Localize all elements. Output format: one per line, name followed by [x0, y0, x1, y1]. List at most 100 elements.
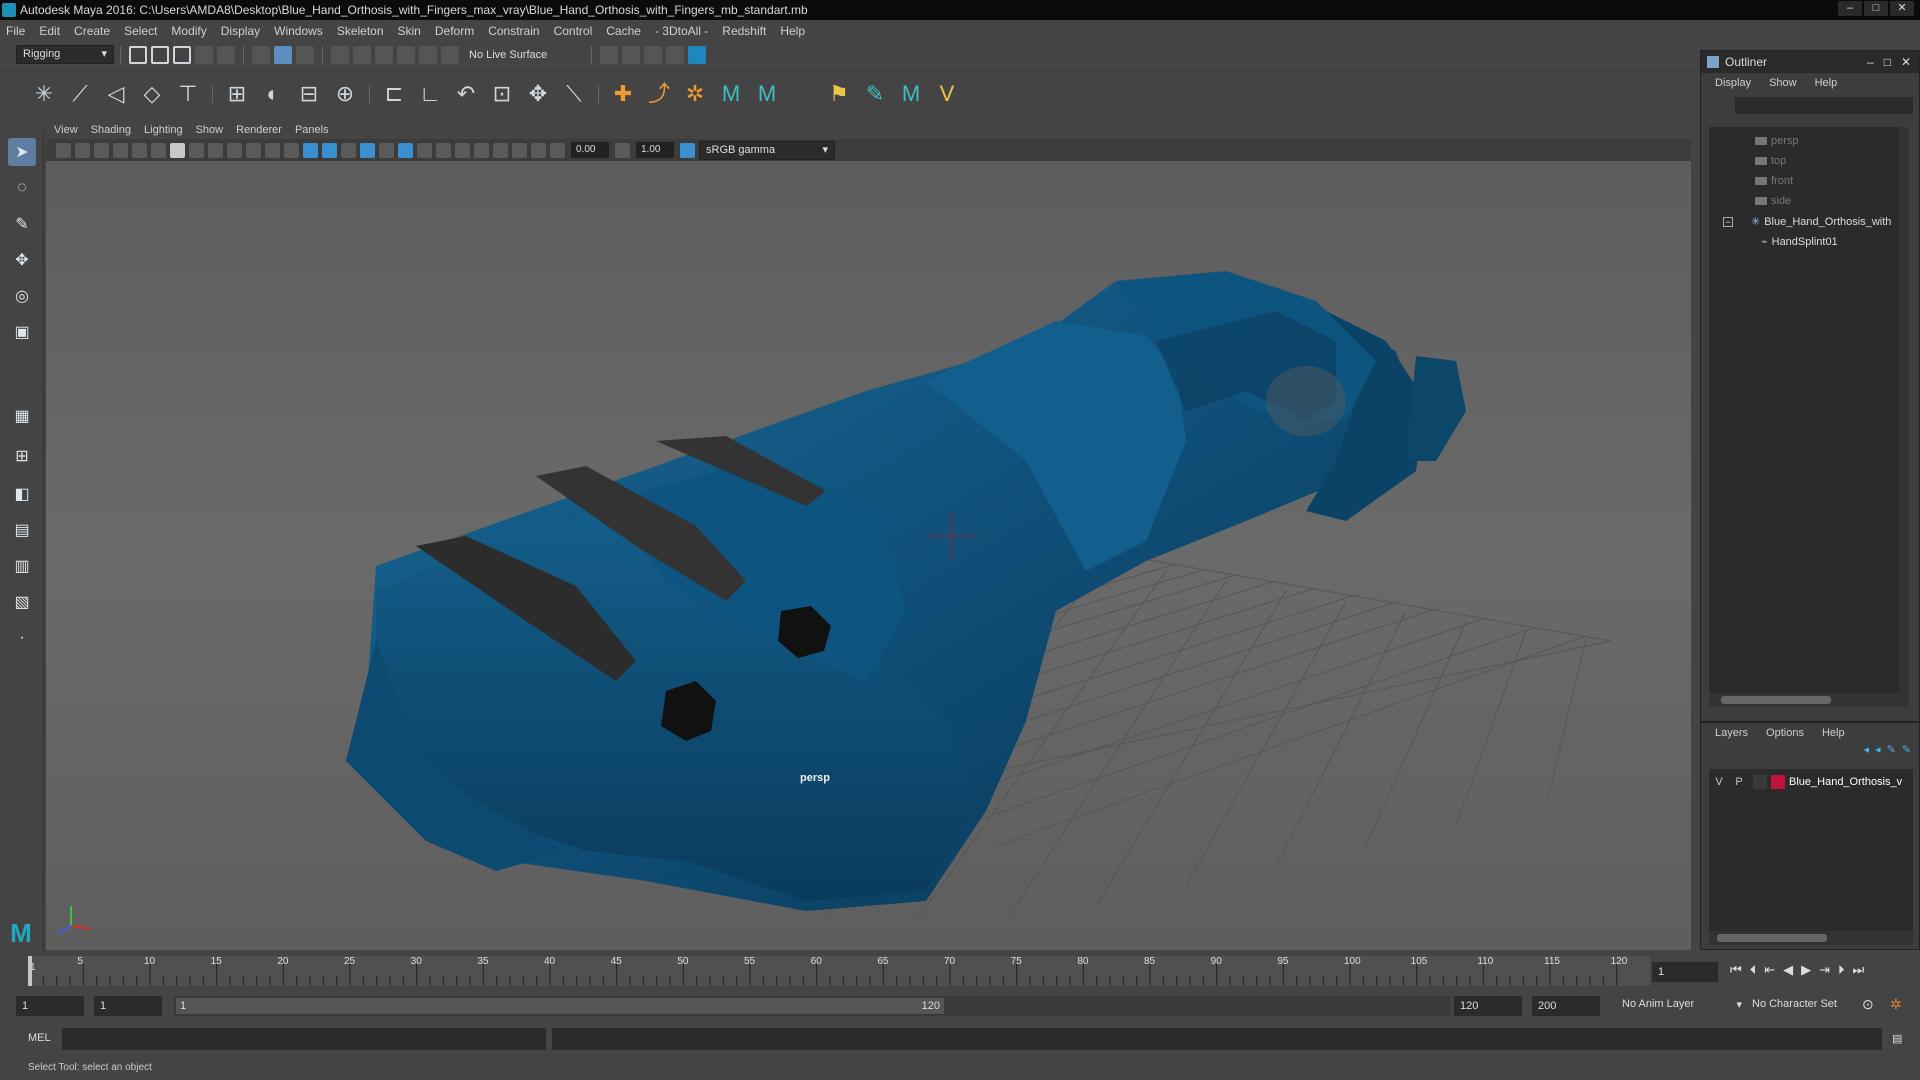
- point-constraint-icon[interactable]: ∟: [417, 81, 443, 107]
- range-slider[interactable]: 1 120: [174, 996, 1450, 1016]
- color-management-icon[interactable]: [680, 142, 695, 158]
- render-view-icon[interactable]: [600, 45, 619, 64]
- panel-menu-lighting[interactable]: Lighting: [144, 124, 183, 136]
- menu-help[interactable]: Help: [780, 24, 805, 38]
- select-hierarchy-icon[interactable]: [252, 45, 270, 64]
- step-forward-key-icon[interactable]: ⇥: [1819, 962, 1830, 978]
- grease-pencil-icon[interactable]: [151, 142, 166, 158]
- current-frame-field[interactable]: 1: [1652, 962, 1718, 982]
- hand-orthosis-model[interactable]: [346, 271, 1466, 911]
- orient-constraint-icon[interactable]: ↶: [453, 81, 479, 107]
- ipr-render-icon[interactable]: [644, 45, 663, 64]
- xray-icon[interactable]: [512, 142, 527, 158]
- outliner-item-front[interactable]: front: [1755, 175, 1793, 187]
- make-live-icon[interactable]: [441, 45, 459, 64]
- camera-select-icon[interactable]: [56, 142, 71, 158]
- menu-control[interactable]: Control: [554, 24, 593, 38]
- use-lights-icon[interactable]: [379, 142, 394, 158]
- set-driven-key-icon[interactable]: ⚑: [826, 81, 852, 107]
- menu-3dtoall[interactable]: - 3DtoAll -: [655, 24, 708, 38]
- smooth-shade-icon[interactable]: [322, 142, 337, 158]
- pole-vector-icon[interactable]: ⟍: [561, 81, 587, 107]
- character-set-dropdown[interactable]: No Character Set: [1752, 998, 1872, 1010]
- move-layer-down-icon[interactable]: ◂: [1875, 743, 1881, 761]
- image-plane-icon[interactable]: [113, 142, 128, 158]
- menu-constrain[interactable]: Constrain: [488, 24, 539, 38]
- perspective-viewport[interactable]: [46, 161, 1691, 950]
- blank-shelf-icon[interactable]: [790, 81, 816, 107]
- exposure-field[interactable]: 0.00: [571, 142, 609, 158]
- playback-end-field[interactable]: 120: [1454, 996, 1522, 1016]
- maximize-button[interactable]: □: [1864, 1, 1888, 16]
- xray-joints-icon[interactable]: [531, 142, 546, 158]
- joint-tool-icon[interactable]: ✳: [31, 81, 57, 107]
- open-scene-icon[interactable]: [151, 45, 169, 64]
- cluster-icon[interactable]: ⊕: [332, 81, 358, 107]
- locator-icon[interactable]: ✚: [610, 81, 636, 107]
- 2d-pan-zoom-icon[interactable]: [132, 142, 147, 158]
- outliner-menu-help[interactable]: Help: [1815, 77, 1838, 89]
- outliner-item-handsplint[interactable]: ⌁ HandSplint01: [1761, 235, 1838, 249]
- panel-menu-renderer[interactable]: Renderer: [236, 124, 282, 136]
- scale-tool-icon[interactable]: ▣: [8, 318, 36, 346]
- layer-type-toggle[interactable]: [1753, 775, 1767, 789]
- outliner-maximize-button[interactable]: □: [1884, 55, 1891, 69]
- layer-menu-options[interactable]: Options: [1766, 727, 1804, 739]
- go-to-end-icon[interactable]: ⏭: [1853, 962, 1865, 978]
- move-tool-icon[interactable]: ✥: [8, 246, 36, 274]
- new-layer-selected-icon[interactable]: ✎: [1902, 743, 1911, 761]
- menu-file[interactable]: File: [6, 24, 25, 38]
- panel-menu-view[interactable]: View: [54, 124, 78, 136]
- menu-create[interactable]: Create: [74, 24, 110, 38]
- go-to-start-icon[interactable]: ⏮: [1730, 962, 1742, 978]
- outliner-search-input[interactable]: [1735, 97, 1913, 114]
- snap-surface-icon[interactable]: [419, 45, 437, 64]
- outliner-item-orthosis[interactable]: − ✳ Blue_Hand_Orthosis_with: [1723, 215, 1891, 228]
- anti-aliasing-icon[interactable]: [455, 142, 470, 158]
- layer-playback-toggle[interactable]: P: [1729, 776, 1749, 788]
- dof-icon[interactable]: [474, 142, 489, 158]
- muscle-icon[interactable]: M: [898, 81, 924, 107]
- layer-row[interactable]: V P Blue_Hand_Orthosis_v: [1709, 773, 1913, 791]
- wireframe-icon[interactable]: [303, 142, 318, 158]
- playback-start-field[interactable]: 1: [94, 996, 162, 1016]
- panel-menu-shading[interactable]: Shading: [91, 124, 131, 136]
- persp-graph-icon[interactable]: ▤: [8, 516, 36, 544]
- safe-action-icon[interactable]: [265, 142, 280, 158]
- start-time-field[interactable]: 1: [16, 996, 84, 1016]
- range-slider-bar[interactable]: 1 120: [176, 998, 944, 1014]
- motion-blur-icon[interactable]: [436, 142, 451, 158]
- panel-menu-panels[interactable]: Panels: [295, 124, 329, 136]
- persp-outliner-icon[interactable]: ◧: [8, 480, 36, 508]
- textured-icon[interactable]: [360, 142, 375, 158]
- default-material-icon[interactable]: [341, 142, 356, 158]
- soft-mod-icon[interactable]: V: [934, 81, 960, 107]
- menu-skeleton[interactable]: Skeleton: [337, 24, 384, 38]
- quick-rig-icon[interactable]: ✲: [682, 81, 708, 107]
- isolate-select-icon[interactable]: [493, 142, 508, 158]
- hik-icon[interactable]: ⤴: [646, 81, 672, 107]
- scroll-thumb[interactable]: [1721, 696, 1831, 704]
- safe-title-icon[interactable]: [284, 142, 299, 158]
- select-tool-icon[interactable]: ➤: [8, 138, 36, 166]
- gamma-icon[interactable]: [615, 142, 630, 158]
- screen-space-ao-icon[interactable]: [417, 142, 432, 158]
- close-button[interactable]: ✕: [1890, 1, 1914, 16]
- film-gate-icon[interactable]: [189, 142, 204, 158]
- bookmark-icon[interactable]: [94, 142, 109, 158]
- outliner-minimize-button[interactable]: –: [1867, 55, 1874, 69]
- snap-view-plane-icon[interactable]: [397, 45, 415, 64]
- layer-horizontal-scrollbar[interactable]: [1709, 931, 1913, 945]
- orient-joint-icon[interactable]: ⊤: [175, 81, 201, 107]
- render-settings-icon[interactable]: [666, 45, 685, 64]
- move-layer-up-icon[interactable]: ◂: [1864, 743, 1870, 761]
- outliner-item-top[interactable]: top: [1755, 155, 1786, 167]
- grid-icon[interactable]: [170, 142, 185, 158]
- step-forward-icon[interactable]: ⏵: [1838, 962, 1845, 978]
- save-scene-icon[interactable]: [173, 45, 191, 64]
- mirror-joint-icon[interactable]: ◇: [139, 81, 165, 107]
- outliner-item-side[interactable]: side: [1755, 195, 1791, 207]
- menu-cache[interactable]: Cache: [606, 24, 641, 38]
- anim-prefs-icon[interactable]: ✲: [1890, 996, 1902, 1013]
- minimize-button[interactable]: –: [1838, 1, 1862, 16]
